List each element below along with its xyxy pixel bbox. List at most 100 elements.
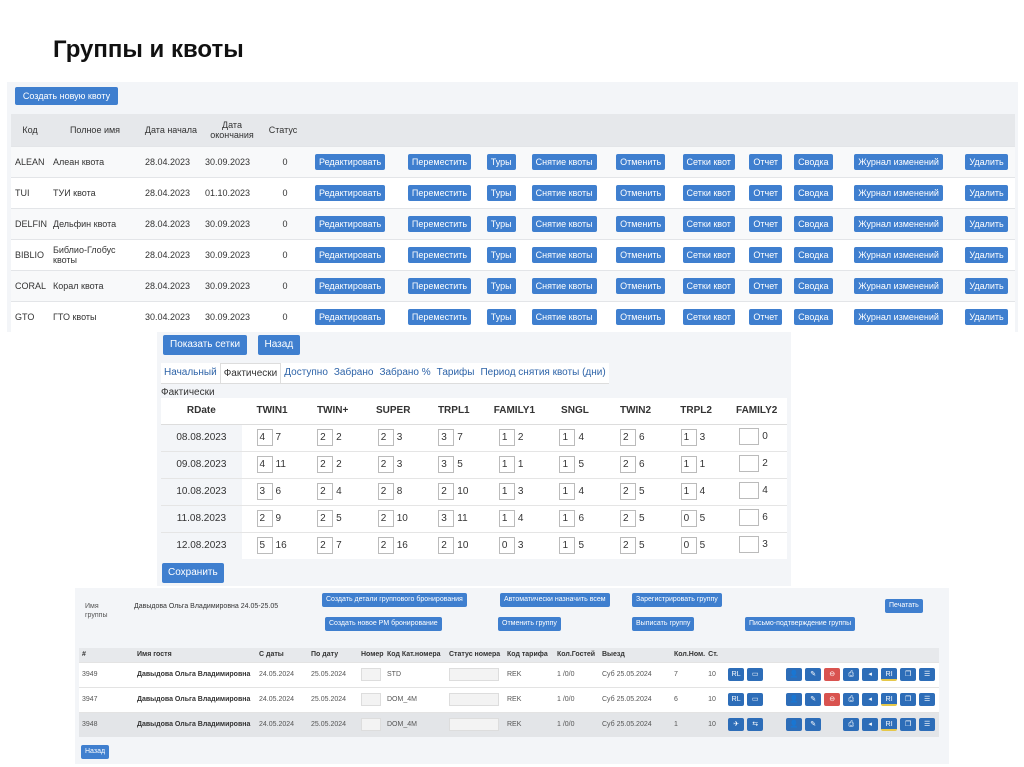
grid-quota-input[interactable] [739, 535, 760, 553]
user-icon[interactable]: 👤 [786, 693, 803, 706]
quota-action-button[interactable]: Сетки квот [682, 246, 735, 263]
grid-quota-input[interactable]: 3 [438, 456, 455, 473]
room-status-input[interactable] [449, 718, 499, 732]
list-icon[interactable]: ☰ [919, 718, 936, 732]
back-button[interactable]: Назад [257, 335, 301, 355]
print-icon[interactable]: ⎙ [843, 668, 860, 681]
quota-action-button[interactable]: Журнал изменений [854, 153, 943, 170]
grid-quota-input[interactable]: 0 [498, 537, 515, 555]
grid-quota-input[interactable]: 2 [438, 537, 455, 555]
grid-quota-input[interactable]: 2 [620, 429, 637, 446]
plane-icon[interactable]: ✈ [728, 718, 745, 732]
quota-action-button[interactable]: Удалить [965, 153, 1008, 170]
grid-quota-input[interactable]: 3 [438, 510, 455, 527]
grid-quota-input[interactable]: 1 [559, 510, 576, 527]
grid-tab[interactable]: Тарифы [434, 363, 478, 383]
user-icon[interactable]: 👤 [786, 718, 803, 732]
grid-quota-input[interactable]: 1 [498, 483, 515, 500]
list-icon[interactable]: ☰ [919, 693, 936, 706]
rl-icon[interactable]: RL [728, 693, 745, 706]
quota-action-button[interactable]: Снятие квоты [531, 308, 597, 325]
quota-action-button[interactable]: Редактировать [314, 277, 386, 294]
cancel-icon[interactable]: ⊖ [824, 693, 841, 706]
quota-action-button[interactable]: Отчет [749, 246, 783, 263]
quota-action-button[interactable]: Редактировать [314, 153, 386, 170]
grid-quota-input[interactable]: 1 [559, 537, 576, 555]
list-icon[interactable]: ☰ [919, 668, 936, 681]
quota-action-button[interactable]: Туры [486, 246, 516, 263]
grid-quota-input[interactable]: 2 [377, 429, 394, 446]
grid-tab[interactable]: Забрано % [376, 363, 433, 383]
quota-action-button[interactable]: Отменить [616, 308, 666, 325]
grid-quota-input[interactable]: 3 [438, 429, 455, 446]
register-group-button[interactable]: Зарегистрировать группу [632, 593, 722, 607]
quota-action-button[interactable]: Отменить [616, 184, 666, 201]
edit-icon[interactable]: ✎ [805, 668, 822, 681]
quota-action-button[interactable]: Отчет [749, 184, 783, 201]
quota-action-button[interactable]: Переместить [407, 215, 472, 232]
grid-tab[interactable]: Период снятия квоты (дни) [477, 363, 608, 383]
quota-action-button[interactable]: Переместить [407, 184, 472, 201]
room-input[interactable] [361, 693, 381, 706]
grid-quota-input[interactable] [739, 427, 760, 445]
quota-action-button[interactable]: Снятие квоты [531, 215, 597, 232]
quota-action-button[interactable]: Журнал изменений [854, 277, 943, 294]
grid-quota-input[interactable]: 2 [438, 483, 455, 500]
back-icon[interactable]: ◂ [862, 693, 879, 706]
room-status-input[interactable] [449, 693, 499, 706]
grid-quota-input[interactable]: 2 [620, 483, 637, 500]
copy-icon[interactable]: ❐ [900, 693, 917, 706]
grid-tab[interactable]: Забрано [331, 363, 377, 383]
quota-action-button[interactable]: Туры [486, 308, 516, 325]
grid-quota-input[interactable] [739, 454, 760, 472]
quota-action-button[interactable]: Журнал изменений [854, 246, 943, 263]
grid-quota-input[interactable]: 2 [317, 537, 334, 555]
quota-action-button[interactable]: Сетки квот [682, 308, 735, 325]
grid-quota-input[interactable]: 2 [317, 429, 334, 446]
grid-quota-input[interactable]: 2 [620, 456, 637, 473]
quota-action-button[interactable]: Сводка [794, 308, 833, 325]
copy-icon[interactable]: ❐ [900, 668, 917, 681]
quota-action-button[interactable]: Туры [486, 184, 516, 201]
quota-action-button[interactable]: Редактировать [314, 215, 386, 232]
quota-action-button[interactable]: Удалить [965, 308, 1008, 325]
quota-action-button[interactable]: Отменить [616, 153, 666, 170]
quota-action-button[interactable]: Сетки квот [682, 153, 735, 170]
grid-tab[interactable]: Начальный [161, 363, 220, 383]
grid-quota-input[interactable]: 0 [680, 537, 697, 555]
quota-action-button[interactable]: Редактировать [314, 184, 386, 201]
grid-quota-input[interactable]: 1 [680, 456, 697, 473]
user-icon[interactable]: 👤 [786, 668, 803, 681]
grid-quota-input[interactable]: 1 [498, 456, 515, 473]
group-back-button[interactable]: Назад [81, 745, 110, 759]
quota-action-button[interactable]: Отчет [749, 215, 783, 232]
quota-action-button[interactable]: Удалить [965, 277, 1008, 294]
back-icon[interactable]: ◂ [862, 668, 879, 681]
grid-quota-input[interactable]: 1 [680, 429, 697, 446]
quota-action-button[interactable]: Сводка [794, 184, 833, 201]
quota-action-button[interactable]: Удалить [965, 184, 1008, 201]
quota-action-button[interactable]: Снятие квоты [531, 153, 597, 170]
grid-quota-input[interactable]: 1 [559, 483, 576, 500]
grid-quota-input[interactable]: 2 [620, 537, 637, 555]
card-icon[interactable]: ▭ [747, 693, 764, 706]
quota-action-button[interactable]: Сводка [794, 215, 833, 232]
quota-action-button[interactable]: Отчет [749, 153, 783, 170]
quota-action-button[interactable]: Сетки квот [682, 215, 735, 232]
quota-action-button[interactable]: Снятие квоты [531, 277, 597, 294]
grid-quota-input[interactable]: 3 [256, 483, 273, 500]
grid-quota-input[interactable]: 1 [498, 510, 515, 527]
grid-quota-input[interactable]: 2 [377, 510, 394, 527]
grid-quota-input[interactable]: 2 [620, 510, 637, 527]
quota-action-button[interactable]: Снятие квоты [531, 184, 597, 201]
create-quota-button[interactable]: Создать новую квоту [15, 87, 118, 105]
quota-action-button[interactable]: Редактировать [314, 246, 386, 263]
room-input[interactable] [361, 668, 381, 681]
grid-quota-input[interactable]: 2 [317, 483, 334, 500]
ri-icon[interactable]: RI [881, 668, 898, 681]
auto-assign-button[interactable]: Автоматически назначить всем [500, 593, 610, 607]
ri-icon[interactable]: RI [881, 693, 898, 706]
quota-action-button[interactable]: Переместить [407, 153, 472, 170]
quota-action-button[interactable]: Удалить [965, 246, 1008, 263]
room-input[interactable] [361, 718, 381, 732]
